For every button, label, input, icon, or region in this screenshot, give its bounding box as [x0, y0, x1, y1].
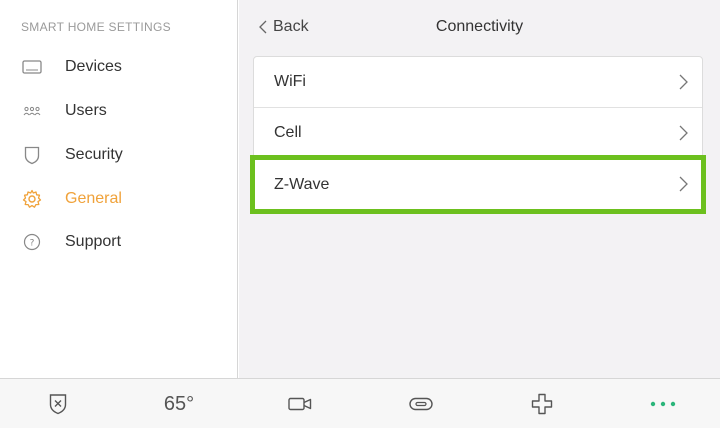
more-dots-icon	[650, 401, 676, 407]
list-item-label: Cell	[274, 124, 302, 141]
shield-x-icon	[49, 394, 67, 415]
settings-sidebar: SMART HOME SETTINGS Devices Users Securi…	[0, 0, 238, 378]
sidebar-item-label: Security	[65, 146, 123, 163]
list-item-wifi[interactable]: WiFi	[254, 57, 702, 108]
chevron-right-icon	[679, 176, 688, 192]
shield-icon	[21, 144, 43, 166]
sidebar-item-devices[interactable]: Devices	[0, 47, 238, 87]
sidebar-item-label: Support	[65, 233, 122, 250]
connectivity-panel: Back Connectivity WiFi Cell Z-Wave	[239, 0, 720, 378]
page-title: Connectivity	[435, 18, 524, 35]
temperature-readout: 65°	[163, 392, 195, 415]
plus-cross-icon	[531, 393, 553, 415]
list-item-label: Z-Wave	[274, 175, 330, 193]
list-item-label: WiFi	[274, 73, 306, 90]
tab-security[interactable]	[28, 379, 88, 428]
svg-text:?: ?	[30, 239, 35, 249]
question-icon: ?	[21, 231, 43, 253]
users-icon	[21, 100, 43, 122]
lock-pill-icon	[409, 397, 433, 411]
sidebar-item-label: Users	[65, 102, 107, 119]
sidebar-item-support[interactable]: ? Support	[0, 222, 238, 262]
tab-more[interactable]	[633, 379, 693, 428]
tab-add[interactable]	[512, 379, 572, 428]
list-item-cell[interactable]: Cell	[254, 108, 702, 159]
sidebar-title: SMART HOME SETTINGS	[21, 20, 171, 34]
sidebar-item-users[interactable]: Users	[0, 91, 238, 131]
list-item-zwave[interactable]: Z-Wave	[250, 155, 706, 214]
sidebar-item-security[interactable]: Security	[0, 135, 238, 175]
gear-icon	[21, 188, 43, 210]
tab-lock[interactable]	[391, 379, 451, 428]
chevron-right-icon	[679, 125, 688, 141]
chevron-right-icon	[679, 74, 688, 90]
tablet-icon	[21, 56, 43, 78]
bottom-tab-bar: 65°	[0, 378, 720, 428]
sidebar-item-label: General	[65, 190, 122, 207]
sidebar-item-general[interactable]: General	[0, 179, 238, 219]
camera-icon	[288, 397, 312, 411]
sidebar-item-label: Devices	[65, 58, 122, 75]
connectivity-list: WiFi Cell Z-Wave	[250, 56, 706, 214]
tab-thermostat[interactable]: 65°	[149, 379, 209, 428]
tab-camera[interactable]	[270, 379, 330, 428]
